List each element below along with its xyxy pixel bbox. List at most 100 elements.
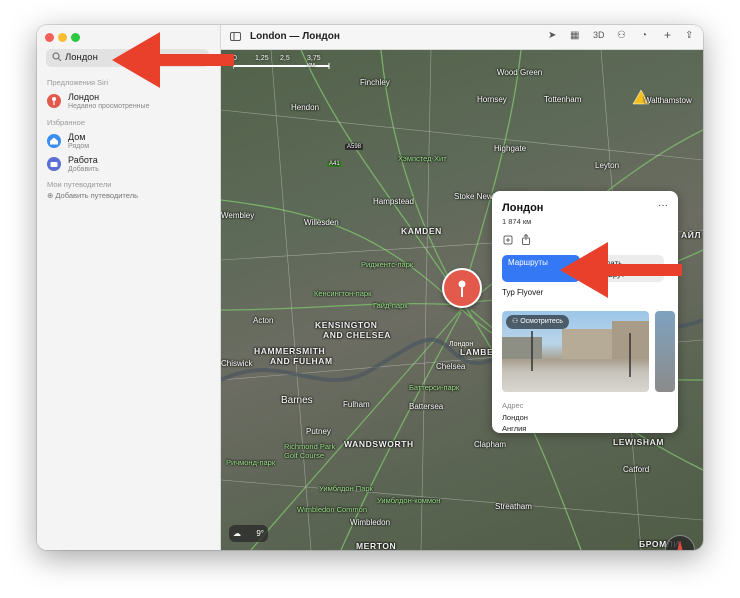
park-label: Риджентс-парк	[361, 260, 414, 269]
scale-label: 1,25	[255, 55, 269, 62]
map-label: KENSINGTON	[315, 320, 378, 330]
zoom-window-button[interactable]	[71, 33, 80, 42]
map-label: KAMDEN	[401, 226, 442, 236]
toolbar: London — Лондон ➤ ▦ 3D ⚇ ◔ + ⇪	[221, 25, 703, 50]
share-eta-icon[interactable]: ◔	[641, 30, 647, 41]
map-label: Finchley	[360, 78, 390, 87]
park-label: Уимблдон Парк	[319, 484, 373, 493]
address-heading: Адрес	[502, 401, 524, 410]
sidebar: Лондон Предложения Siri Лондон Недавно п…	[37, 25, 221, 550]
map-label: Chiswick	[221, 359, 253, 368]
map-label: Putney	[306, 427, 331, 436]
map-pin-icon	[47, 94, 61, 108]
photo-thumbnail[interactable]	[655, 311, 675, 392]
map-label: Wimbledon	[350, 518, 391, 527]
compass-icon[interactable]	[665, 535, 695, 550]
search-value: Лондон	[65, 52, 98, 63]
favorite-subtitle: Добавить	[68, 166, 99, 173]
weather-badge: ☁ 9°	[229, 525, 268, 542]
map-label: Fulham	[343, 400, 370, 409]
map-label: Highgate	[494, 144, 527, 153]
map-area: London — Лондон ➤ ▦ 3D ⚇ ◔ + ⇪ 0 1,25 2,…	[221, 25, 703, 550]
guides-heading: Мои путеводители	[47, 180, 112, 189]
place-distance: 1 874 км	[502, 217, 532, 226]
weather-temp: 9°	[256, 529, 264, 538]
park-label: Richmond Park Golf Course	[284, 442, 336, 460]
routes-button-label: Маршруты	[508, 258, 548, 267]
favorite-title: Работа	[68, 155, 98, 165]
share-icon[interactable]: ⇪	[685, 30, 693, 41]
map-label: A41	[327, 161, 342, 167]
map-label: Streatham	[495, 502, 532, 511]
more-options-icon[interactable]: ···	[658, 200, 668, 211]
map-label: Hornsey	[477, 95, 507, 104]
minimize-window-button[interactable]	[58, 33, 67, 42]
park-label: Уимблдон-коммон	[377, 496, 441, 505]
favorite-title: Дом	[68, 132, 86, 142]
plus-circle-icon: ⊕	[47, 191, 54, 200]
map-label: Leyton	[595, 161, 620, 170]
scale-label: 2,5	[280, 55, 290, 62]
map-label: Chelsea	[436, 362, 466, 371]
map-label: Hendon	[291, 103, 320, 112]
london-pin[interactable]	[442, 268, 482, 308]
map-label: Hampstead	[373, 197, 414, 206]
map-label: Catford	[623, 465, 650, 474]
routes-button[interactable]: Маршруты	[502, 255, 580, 282]
3d-button[interactable]: 3D	[593, 30, 605, 40]
pin-label: Лондон	[449, 341, 474, 348]
location-arrow-icon[interactable]: ➤	[548, 30, 556, 41]
park-label: Ричмонд-парк	[226, 458, 276, 467]
flyover-tour-button[interactable]: Тур Flyover	[502, 288, 544, 297]
map-label: Wembley	[221, 211, 255, 220]
map-label: Willesden	[304, 218, 339, 227]
favorite-work[interactable]: Работа Добавить	[47, 154, 212, 178]
add-icon[interactable]: +	[664, 28, 671, 42]
map-label: MERTON	[356, 541, 397, 550]
create-route-button[interactable]: Создать маршрут	[586, 255, 664, 282]
close-window-button[interactable]	[45, 33, 54, 42]
map-canvas[interactable]: 0 1,25 2,5 3,75 км Finchley Wood Green H…	[221, 50, 703, 550]
favorite-subtitle: Рядом	[68, 143, 90, 150]
siri-suggestion-london[interactable]: Лондон Недавно просмотренные	[47, 91, 212, 115]
favorites-heading: Избранное	[47, 118, 86, 127]
map-label: WANDSWORTH	[344, 439, 414, 449]
siri-suggestions-heading: Предложения Siri	[47, 78, 108, 87]
map-label: Wood Green	[497, 68, 543, 77]
map-label: LEWISHAM	[613, 437, 665, 447]
map-label: АЙЛ	[681, 230, 702, 240]
map-label: Tottenham	[544, 95, 582, 104]
map-label: Battersea	[409, 402, 444, 411]
park-label: Баттерси-парк	[409, 383, 460, 392]
search-input[interactable]: Лондон	[46, 49, 209, 67]
share-icon[interactable]	[521, 234, 531, 245]
address-line: Англия	[502, 424, 527, 433]
map-mode-icon[interactable]: ▦	[570, 30, 579, 41]
park-label: Wimbledon Common	[297, 505, 368, 514]
scale-label: 3,75 км	[307, 55, 321, 69]
map-label: Barnes	[281, 395, 313, 406]
map-label: A598	[345, 144, 364, 150]
sidebar-toggle-icon[interactable]	[230, 32, 241, 41]
place-title: Лондон	[502, 202, 544, 214]
favorite-home[interactable]: Дом Рядом	[47, 131, 212, 155]
map-label: Walthamstow	[644, 96, 692, 105]
look-around-preview[interactable]: ⚇ Осмотритесь	[502, 311, 649, 392]
window-title: London — Лондон	[250, 31, 340, 42]
park-label: Гайд-парк	[373, 301, 408, 310]
add-guide-button[interactable]: ⊕ Добавить путеводитель	[47, 191, 138, 200]
create-route-label: Создать маршрут	[592, 259, 625, 279]
address-line: Лондон	[502, 413, 528, 422]
park-label: Хэмпстед-Хит	[398, 154, 447, 163]
place-card: Лондон 1 874 км ··· Маршруты Создать мар…	[492, 191, 678, 433]
look-around-icon[interactable]: ⚇	[617, 30, 626, 41]
binoculars-icon: ⚇	[512, 318, 519, 325]
map-label: AND FULHAM	[270, 356, 333, 366]
search-icon	[52, 52, 62, 62]
maps-window: Лондон Предложения Siri Лондон Недавно п…	[37, 25, 703, 550]
map-label: HAMMERSMITH	[254, 346, 326, 356]
scale-label: 0	[233, 55, 237, 62]
add-to-favorites-icon[interactable]	[503, 235, 513, 245]
cloud-icon: ☁	[233, 529, 241, 538]
look-around-badge: ⚇ Осмотритесь	[506, 315, 569, 329]
